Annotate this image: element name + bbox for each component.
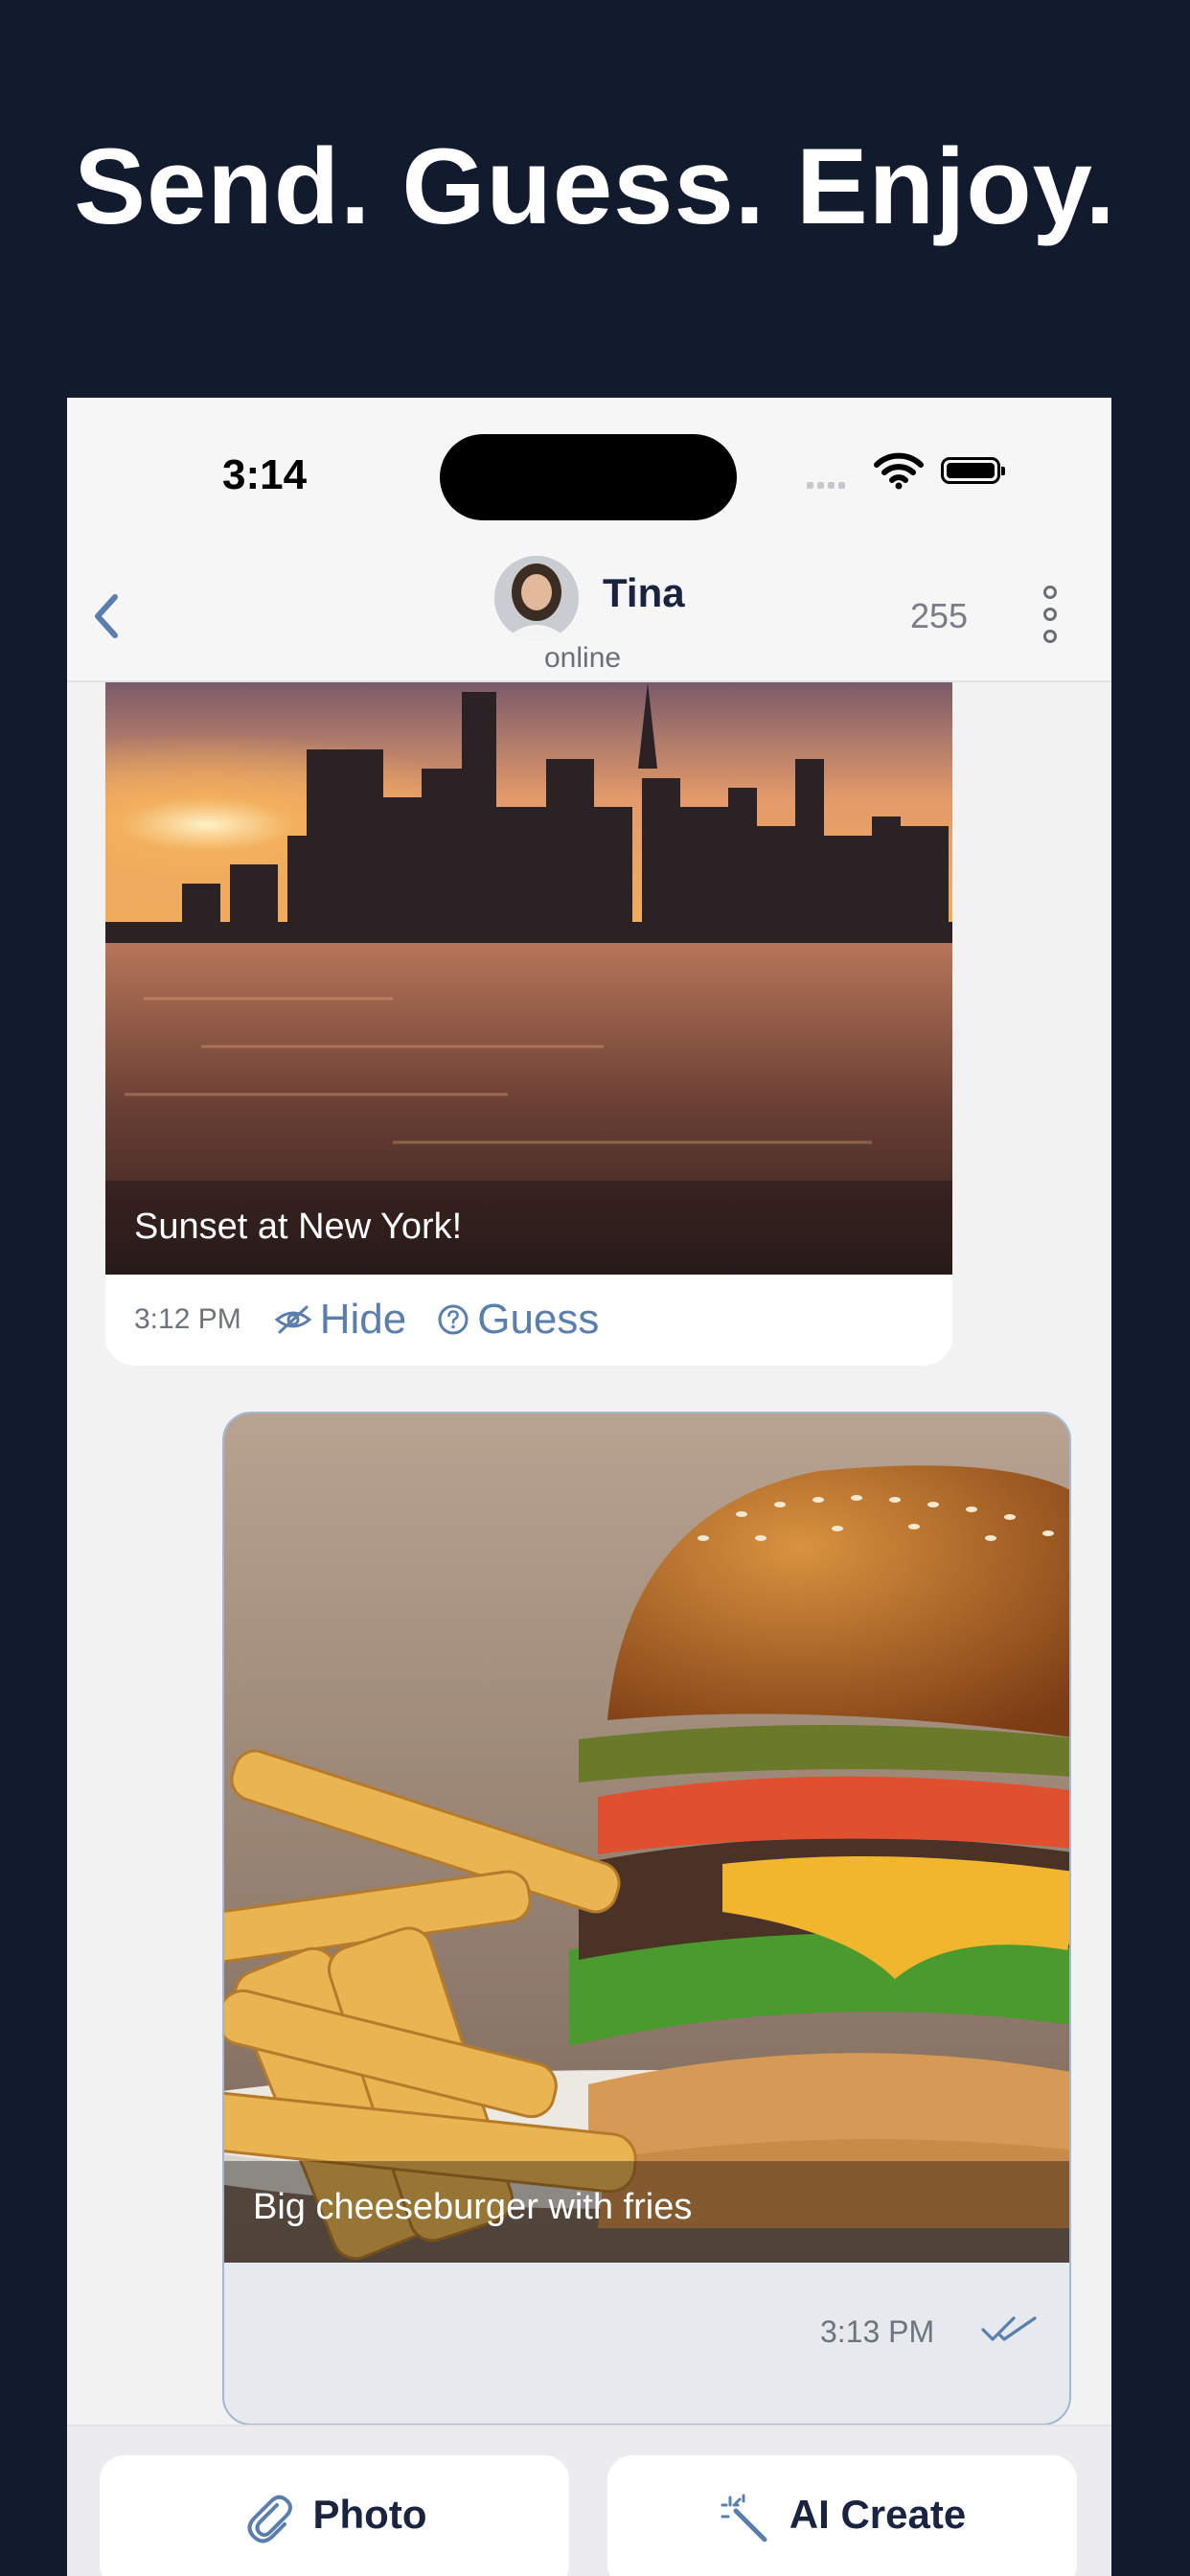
more-vertical-icon[interactable] xyxy=(1041,586,1060,649)
incoming-photo-message[interactable]: Sunset at New York! 3:12 PM Hide Guess xyxy=(105,682,952,1366)
score-count: 255 xyxy=(910,596,969,635)
cellular-signal-icon xyxy=(807,476,849,494)
dynamic-island xyxy=(440,434,737,520)
guess-label: Guess xyxy=(477,1296,600,1343)
phone-screen: 3:14 Tina online 255 Sunset at New York!… xyxy=(67,398,1111,2576)
guess-button[interactable]: Guess xyxy=(437,1296,599,1344)
sunset-skyline-photo xyxy=(105,682,952,1275)
paperclip-icon xyxy=(247,2495,292,2543)
avatar[interactable] xyxy=(494,556,579,640)
outgoing-photo-message[interactable]: Big cheeseburger with fries 3:13 PM xyxy=(222,1412,1071,2426)
back-chevron-icon[interactable] xyxy=(82,587,130,645)
ai-create-button-label: AI Create xyxy=(789,2492,967,2537)
ai-create-button[interactable]: AI Create xyxy=(607,2455,1077,2576)
battery-icon xyxy=(941,457,1005,484)
hide-eye-icon xyxy=(274,1305,312,1334)
message-time: 3:12 PM xyxy=(134,1303,241,1335)
contact-status: online xyxy=(544,642,622,674)
photo-button[interactable]: Photo xyxy=(100,2455,569,2576)
message-meta: 3:12 PM Hide Guess xyxy=(134,1296,629,1344)
message-caption: Sunset at New York! xyxy=(134,1207,463,1247)
message-time: 3:13 PM xyxy=(820,2314,935,2349)
status-time: 3:14 xyxy=(222,451,308,498)
contact-name[interactable]: Tina xyxy=(603,570,685,616)
magic-wand-icon xyxy=(721,2494,767,2542)
chat-header: Tina online 255 xyxy=(67,541,1111,682)
hide-button[interactable]: Hide xyxy=(274,1296,407,1344)
message-caption: Big cheeseburger with fries xyxy=(253,2187,693,2227)
photo-button-label: Photo xyxy=(312,2492,427,2537)
status-bar: 3:14 xyxy=(67,398,1111,541)
read-checks-icon xyxy=(981,2316,1037,2341)
hide-label: Hide xyxy=(319,1296,407,1343)
avatar-portrait-icon xyxy=(494,556,579,640)
headline: Send. Guess. Enjoy. xyxy=(74,126,1116,246)
wifi-icon xyxy=(874,452,924,490)
cheeseburger-photo xyxy=(224,1414,1069,2263)
guess-question-icon xyxy=(438,1304,469,1335)
bottom-bar: Photo AI Create xyxy=(67,2425,1111,2576)
